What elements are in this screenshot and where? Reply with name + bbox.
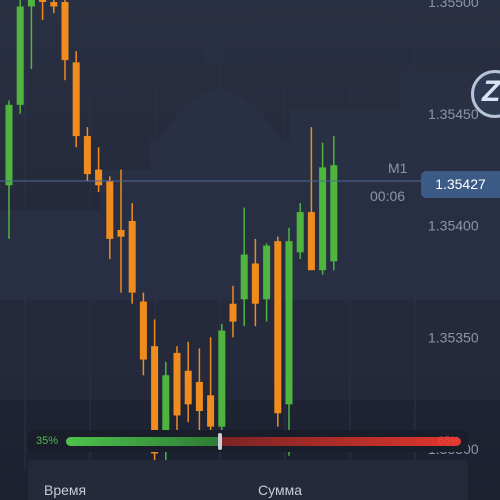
buy-fill — [66, 437, 221, 446]
bearish-candle — [61, 2, 69, 61]
price-tick-label: 1.35500 — [428, 0, 479, 10]
bearish-candle — [139, 301, 147, 360]
bullish-candle — [263, 245, 271, 300]
bearish-candle — [72, 62, 80, 137]
bearish-candle — [251, 263, 259, 304]
sell-percent: 65% — [437, 435, 460, 447]
bullish-candle — [5, 104, 13, 186]
logo-glyph-icon: Z — [482, 75, 500, 108]
bearish-candle — [39, 0, 47, 2]
bearish-candle — [307, 212, 315, 271]
bearish-candle — [274, 241, 282, 414]
candles-group — [5, 0, 338, 467]
price-axis: 1.355001.354501.354001.353501.35300 — [428, 0, 479, 457]
current-price-badge: 1.35427 — [421, 171, 500, 198]
bullish-candle — [285, 241, 293, 405]
amount-label[interactable]: Сумма — [258, 482, 302, 498]
candle-timer: 00:06 — [370, 188, 406, 204]
bearish-candle — [195, 381, 203, 412]
bullish-candle — [16, 6, 24, 105]
bearish-candle — [128, 221, 136, 293]
bullish-candle — [240, 254, 248, 300]
trade-panel: Время Сумма — [28, 460, 468, 500]
trader-sentiment-bar: 35% 65% — [28, 430, 468, 452]
buy-percent: 35% — [36, 435, 59, 447]
bearish-candle — [173, 352, 181, 416]
bullish-candle — [296, 212, 304, 253]
bearish-candle — [207, 395, 215, 427]
timeframe-label: M1 — [388, 160, 408, 176]
bearish-candle — [95, 169, 103, 186]
bearish-candle — [117, 229, 125, 237]
price-tick-label: 1.35400 — [428, 218, 479, 234]
time-label[interactable]: Время — [44, 482, 86, 498]
price-tick-label: 1.35450 — [428, 106, 479, 122]
bearish-candle — [50, 2, 58, 7]
bullish-candle — [330, 165, 338, 262]
bearish-candle — [106, 180, 114, 239]
bearish-candle — [229, 303, 237, 322]
price-tick-label: 1.35350 — [428, 329, 479, 345]
sell-fill — [221, 437, 461, 446]
bearish-candle — [83, 136, 91, 175]
bullish-candle — [319, 167, 327, 271]
sentiment-divider — [218, 433, 222, 450]
bearish-candle — [184, 370, 192, 405]
bullish-candle — [218, 330, 226, 427]
candlestick-chart[interactable]: 1.355001.354501.354001.353501.35300 — [0, 0, 500, 500]
bullish-candle — [27, 0, 35, 7]
